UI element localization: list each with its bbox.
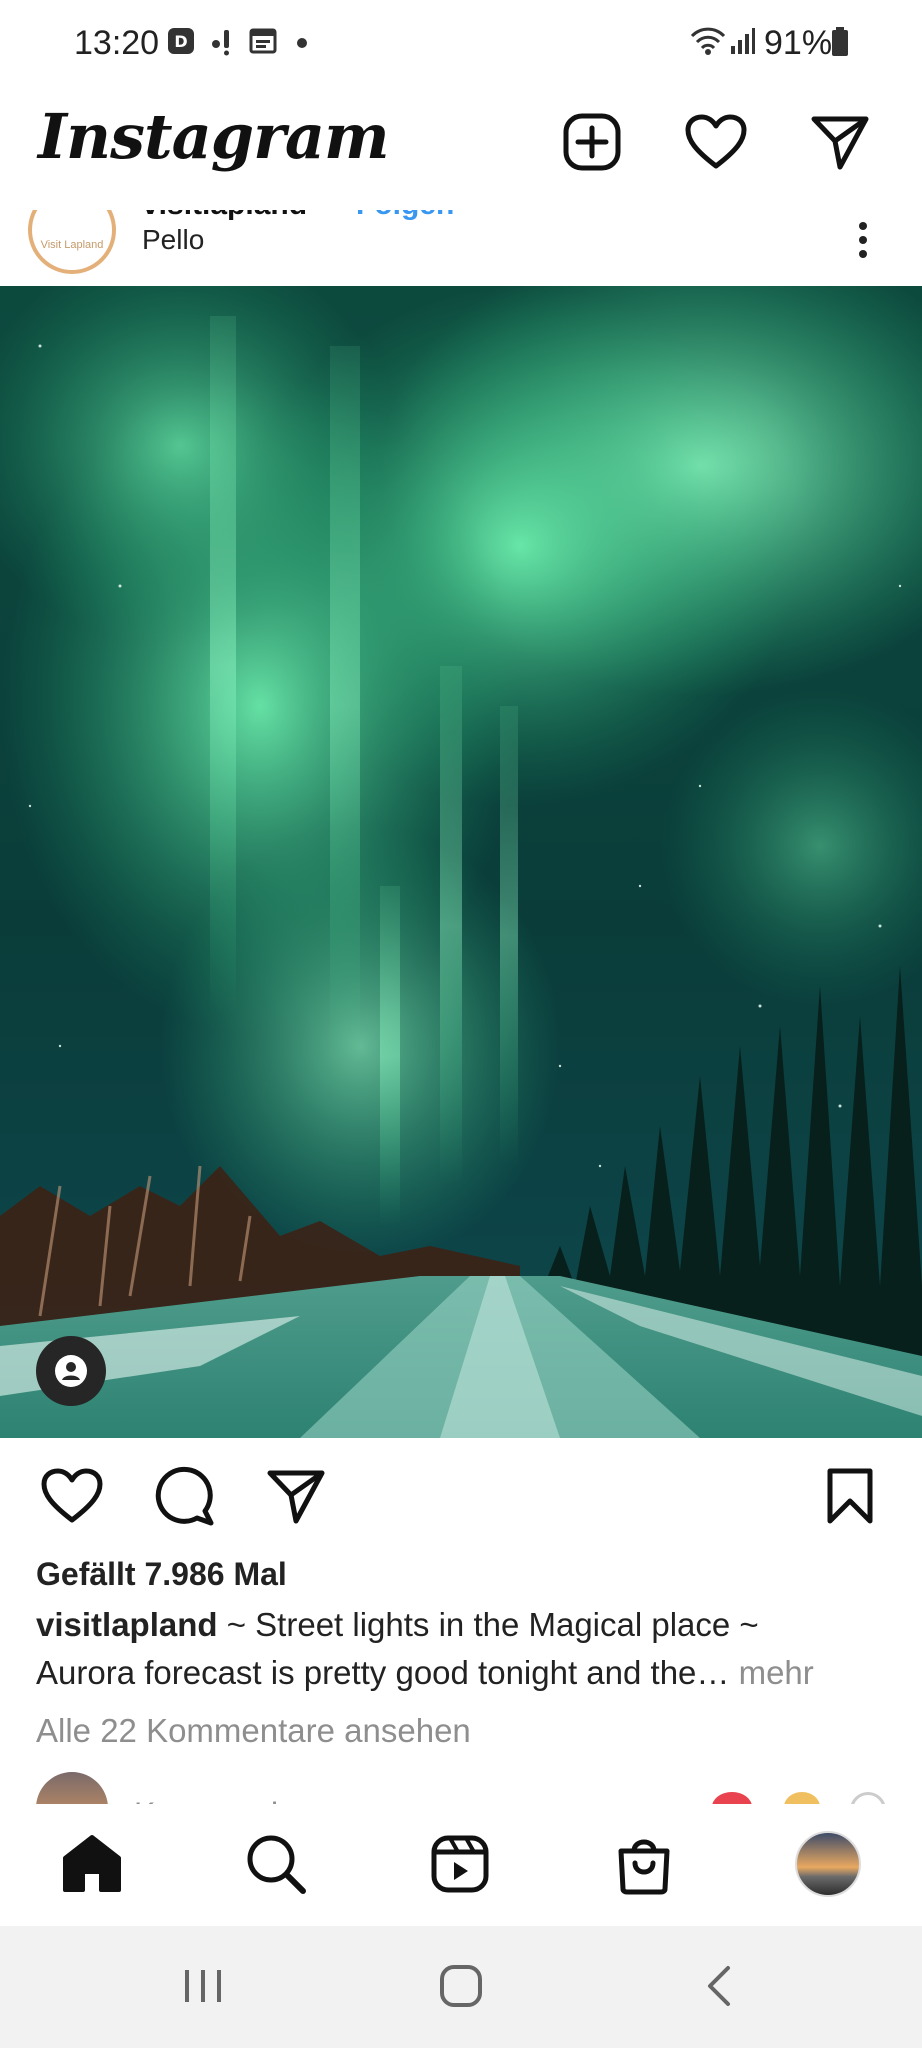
- home-icon[interactable]: [54, 1826, 130, 1902]
- likes-count[interactable]: Gefällt 7.986 Mal: [36, 1556, 287, 1593]
- comment-icon[interactable]: [150, 1462, 218, 1530]
- new-post-icon[interactable]: [558, 108, 626, 176]
- dot-icon: [296, 36, 308, 54]
- quick-reaction-heart-icon[interactable]: [712, 1792, 752, 1804]
- post-image[interactable]: [0, 286, 922, 1438]
- instagram-logo[interactable]: Instagram: [38, 100, 390, 173]
- comment-input-placeholder[interactable]: Kommentieren: [134, 1796, 342, 1804]
- bookmark-icon[interactable]: [816, 1462, 884, 1530]
- wifi-icon: [690, 26, 726, 61]
- recent-apps-icon[interactable]: [168, 1956, 238, 2016]
- home-button-icon[interactable]: [426, 1956, 496, 2016]
- comment-avatar: [36, 1772, 108, 1804]
- shop-icon[interactable]: [606, 1826, 682, 1902]
- disney-plus-icon: D: [166, 26, 196, 61]
- caption-text-2: Aurora forecast is pretty good tonight a…: [36, 1654, 730, 1691]
- post-username[interactable]: visitlapland: [142, 210, 307, 222]
- system-nav: [0, 1926, 922, 2048]
- quick-reaction-clap-icon[interactable]: [784, 1792, 820, 1804]
- bottom-nav: [0, 1804, 922, 1926]
- post-header: Visit Lapland visitlapland Folgen Pello: [0, 210, 922, 284]
- caption-line-1: visitlapland ~ Street lights in the Magi…: [36, 1606, 759, 1644]
- reels-icon[interactable]: [422, 1826, 498, 1902]
- like-icon[interactable]: [38, 1462, 106, 1530]
- signal-icon: [730, 26, 756, 61]
- status-bar: 13:20 D 91%: [0, 0, 922, 88]
- caption-more-link[interactable]: mehr: [729, 1654, 814, 1691]
- quick-reaction-add-icon[interactable]: [850, 1792, 886, 1804]
- profile-avatar[interactable]: [790, 1826, 866, 1902]
- aurora-photo: [0, 286, 922, 1438]
- heart-icon[interactable]: [682, 108, 750, 176]
- add-comment-row[interactable]: Kommentieren: [0, 1770, 922, 1804]
- back-icon[interactable]: [684, 1956, 754, 2016]
- brand-avatar[interactable]: Visit Lapland: [28, 210, 116, 274]
- post-location[interactable]: Pello: [142, 224, 204, 256]
- calendar-icon: [248, 26, 278, 61]
- follow-button[interactable]: Folgen: [356, 210, 454, 222]
- share-icon[interactable]: [262, 1462, 330, 1530]
- app-header: Instagram: [0, 88, 922, 211]
- notification-icon: [208, 26, 238, 63]
- avatar-logo-text: Visit Lapland: [40, 239, 104, 251]
- more-options-icon[interactable]: [848, 210, 878, 270]
- status-time: 13:20: [74, 24, 160, 62]
- svg-text:D: D: [174, 32, 187, 51]
- battery-icon: [830, 26, 850, 63]
- caption-text-1: ~ Street lights in the Magical place ~: [217, 1606, 759, 1643]
- caption-line-2: Aurora forecast is pretty good tonight a…: [36, 1654, 814, 1692]
- battery-percentage: 91%: [764, 24, 833, 62]
- view-comments-link[interactable]: Alle 22 Kommentare ansehen: [36, 1712, 471, 1750]
- caption-username[interactable]: visitlapland: [36, 1606, 218, 1643]
- search-icon[interactable]: [238, 1826, 314, 1902]
- tagged-people-icon[interactable]: [36, 1336, 106, 1406]
- direct-message-icon[interactable]: [806, 108, 874, 176]
